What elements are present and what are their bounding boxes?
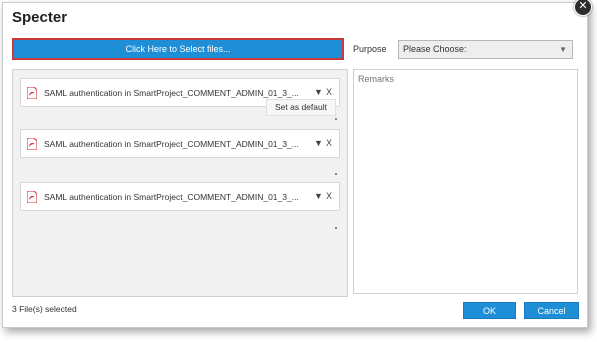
pdf-icon: [27, 138, 37, 150]
file-name: SAML authentication in SmartProject_COMM…: [44, 192, 299, 202]
select-files-button[interactable]: Click Here to Select files...: [12, 38, 344, 60]
cancel-button[interactable]: Cancel: [524, 302, 579, 319]
dialog-title: Specter: [12, 9, 68, 26]
files-selected-status: 3 File(s) selected: [12, 304, 77, 314]
remove-file-icon[interactable]: X: [326, 87, 332, 97]
specter-dialog: Specter ✕ Click Here to Select files... …: [2, 0, 592, 328]
separator-dot: [335, 173, 337, 175]
file-menu-dropdown-icon[interactable]: ▼: [314, 138, 323, 148]
file-item[interactable]: SAML authentication in SmartProject_COMM…: [20, 182, 340, 211]
pdf-icon: [27, 87, 37, 99]
purpose-selected-value: Please Choose:: [403, 44, 467, 54]
pdf-icon: [27, 191, 37, 203]
remarks-textarea[interactable]: [353, 69, 578, 294]
purpose-select[interactable]: Please Choose: ▼: [398, 40, 573, 59]
file-menu-dropdown-icon[interactable]: ▼: [314, 87, 323, 97]
file-name: SAML authentication in SmartProject_COMM…: [44, 139, 299, 149]
chevron-down-icon: ▼: [559, 45, 567, 54]
file-menu-dropdown-icon[interactable]: ▼: [314, 191, 323, 201]
remove-file-icon[interactable]: X: [326, 191, 332, 201]
file-item[interactable]: SAML authentication in SmartProject_COMM…: [20, 129, 340, 158]
close-icon[interactable]: ✕: [574, 0, 592, 16]
purpose-label: Purpose: [353, 44, 387, 54]
remove-file-icon[interactable]: X: [326, 138, 332, 148]
separator-dot: [335, 227, 337, 229]
separator-dot: [335, 118, 337, 120]
file-name: SAML authentication in SmartProject_COMM…: [44, 88, 299, 98]
ok-button[interactable]: OK: [463, 302, 516, 319]
file-list-panel: SAML authentication in SmartProject_COMM…: [12, 69, 348, 297]
set-as-default-menu-item[interactable]: Set as default: [266, 99, 336, 116]
